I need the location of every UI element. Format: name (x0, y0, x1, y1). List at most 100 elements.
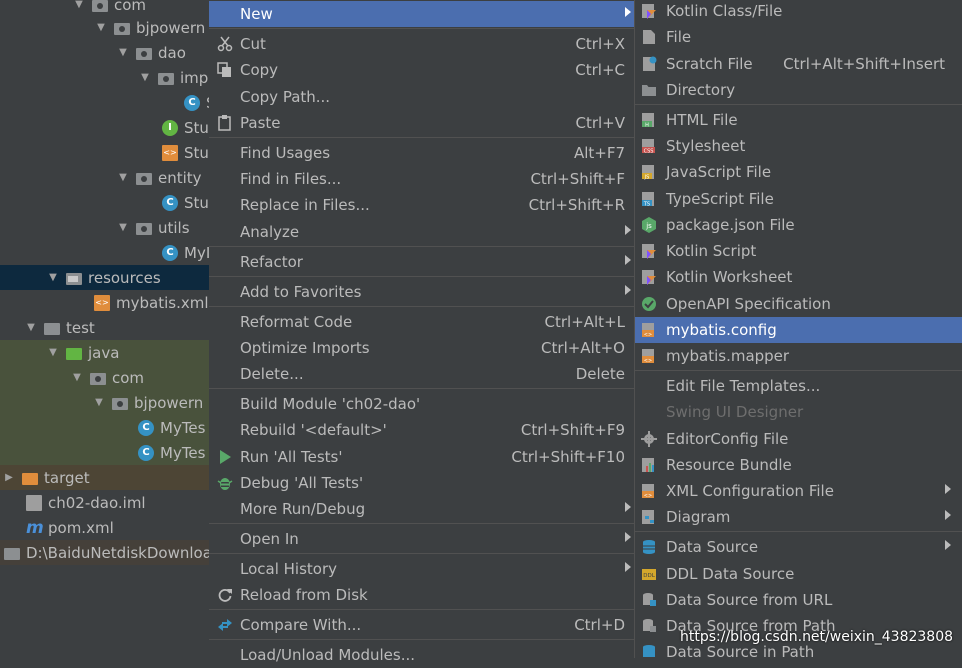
menu-item-debug-all-tests[interactable]: Debug 'All Tests' (209, 470, 635, 496)
database-path-icon (643, 619, 656, 632)
menu-item-load-unload-modules[interactable]: Load/Unload Modules... (209, 642, 635, 668)
css-file-icon: CSS (642, 139, 655, 154)
tree-item[interactable]: C MyI (0, 240, 210, 265)
tree-item[interactable]: <> mybatis.xml (0, 290, 210, 315)
menu-item-more-run-debug[interactable]: More Run/Debug (209, 496, 635, 522)
menu-item-delete[interactable]: Delete... Delete (209, 361, 635, 387)
package-icon (136, 222, 152, 235)
paste-icon (218, 115, 231, 131)
submenu-item-javascript-file[interactable]: JS JavaScript File (635, 159, 962, 185)
submenu-item-ddl-data-source[interactable]: DDL DDL Data Source (635, 561, 962, 587)
shortcut-label: Delete (575, 365, 625, 383)
submenu-item-openapi-specification[interactable]: OpenAPI Specification (635, 291, 962, 317)
submenu-item-kotlin-class-file[interactable]: Kotlin Class/File (635, 0, 962, 24)
chevron-right-icon[interactable]: ▶ (2, 472, 16, 483)
submenu-item-scratch-file[interactable]: Scratch File Ctrl+Alt+Shift+Insert (635, 51, 962, 77)
submenu-item-edit-file-templates[interactable]: Edit File Templates... (635, 373, 962, 399)
menu-item-reload-from-disk[interactable]: Reload from Disk (209, 582, 635, 608)
submenu-item-kotlin-worksheet[interactable]: Kotlin Worksheet (635, 264, 962, 290)
chevron-down-icon[interactable]: ▼ (116, 222, 130, 233)
submenu-item-mybatis-config[interactable]: <> mybatis.config (635, 317, 962, 343)
submenu-item-kotlin-script[interactable]: Kotlin Script (635, 238, 962, 264)
xml-file-icon: <> (94, 294, 110, 311)
tree-item[interactable]: ▼ dao (0, 40, 210, 65)
submenu-item-resource-bundle[interactable]: Resource Bundle (635, 452, 962, 478)
chevron-down-icon[interactable]: ▼ (116, 172, 130, 183)
tree-item[interactable]: m pom.xml (0, 515, 210, 540)
submenu-item-file[interactable]: File (635, 24, 962, 50)
tree-item[interactable]: ▼ utils (0, 215, 210, 240)
folder-icon (4, 547, 20, 560)
menu-item-paste[interactable]: Paste Ctrl+V (209, 110, 635, 136)
submenu-item-editorconfig-file[interactable]: EditorConfig File (635, 426, 962, 452)
tree-item[interactable]: ▼ bjpowern (0, 390, 210, 415)
chevron-down-icon[interactable]: ▼ (46, 272, 60, 283)
xml-file-icon: <> (642, 323, 654, 338)
menu-item-local-history[interactable]: Local History (209, 556, 635, 582)
menu-item-build-module[interactable]: Build Module 'ch02-dao' (209, 391, 635, 417)
submenu-item-html-file[interactable]: H HTML File (635, 107, 962, 133)
tree-item-label: resources (88, 268, 161, 287)
submenu-item-mybatis-mapper[interactable]: <> mybatis.mapper (635, 343, 962, 369)
menu-item-reformat-code[interactable]: Reformat Code Ctrl+Alt+L (209, 309, 635, 335)
tree-item[interactable]: ▼ imp (0, 65, 210, 90)
tree-item[interactable]: I Stu (0, 115, 210, 140)
tree-item-label: java (88, 343, 120, 362)
chevron-down-icon[interactable]: ▼ (24, 322, 38, 333)
tree-item-selected[interactable]: ▼ resources (0, 265, 210, 290)
tree-item[interactable]: C Stu (0, 190, 210, 215)
menu-item-replace-in-files[interactable]: Replace in Files... Ctrl+Shift+R (209, 192, 635, 218)
tree-item[interactable]: ▶ target (0, 465, 210, 490)
chevron-down-icon[interactable]: ▼ (46, 347, 60, 358)
menu-separator (209, 306, 635, 307)
menu-item-label: HTML File (666, 111, 738, 129)
menu-item-open-in[interactable]: Open In (209, 526, 635, 552)
tree-item[interactable]: ▼ com (0, 365, 210, 390)
submenu-item-data-source[interactable]: Data Source (635, 534, 962, 560)
submenu-item-diagram[interactable]: Diagram (635, 504, 962, 530)
menu-item-label: File (666, 28, 692, 46)
submenu-item-typescript-file[interactable]: TS TypeScript File (635, 186, 962, 212)
menu-item-new[interactable]: New (209, 1, 635, 27)
menu-item-rebuild[interactable]: Rebuild '<default>' Ctrl+Shift+F9 (209, 417, 635, 443)
chevron-down-icon[interactable]: ▼ (72, 0, 86, 10)
submenu-arrow-icon (945, 510, 951, 520)
ddl-icon: DDL (642, 569, 656, 580)
menu-item-run-all-tests[interactable]: Run 'All Tests' Ctrl+Shift+F10 (209, 444, 635, 470)
tree-item[interactable]: C MyTes (0, 415, 210, 440)
tree-item[interactable]: ▼ java (0, 340, 210, 365)
menu-item-analyze[interactable]: Analyze (209, 219, 635, 245)
submenu-item-stylesheet[interactable]: CSS Stylesheet (635, 133, 962, 159)
tree-item[interactable]: C MyTes (0, 440, 210, 465)
tree-item[interactable]: <> Stu (0, 140, 210, 165)
menu-item-copy[interactable]: Copy Ctrl+C (209, 57, 635, 83)
submenu-item-directory[interactable]: Directory (635, 77, 962, 103)
menu-item-optimize-imports[interactable]: Optimize Imports Ctrl+Alt+O (209, 335, 635, 361)
tree-item[interactable]: D:\BaiduNetdiskDownload (0, 540, 210, 565)
menu-item-find-usages[interactable]: Find Usages Alt+F7 (209, 140, 635, 166)
menu-item-copy-path[interactable]: Copy Path... (209, 84, 635, 110)
submenu-item-data-source-from-url[interactable]: Data Source from URL (635, 587, 962, 613)
menu-item-refactor[interactable]: Refactor (209, 249, 635, 275)
tree-item[interactable]: ▼ bjpowern (0, 15, 210, 40)
chevron-down-icon[interactable]: ▼ (94, 22, 108, 33)
submenu-item-package-json-file[interactable]: js package.json File (635, 212, 962, 238)
menu-item-label: Copy Path... (240, 88, 331, 106)
chevron-down-icon[interactable]: ▼ (92, 397, 106, 408)
menu-item-cut[interactable]: Cut Ctrl+X (209, 31, 635, 57)
tree-item[interactable]: ▼ entity (0, 165, 210, 190)
submenu-item-xml-configuration-file[interactable]: <> XML Configuration File (635, 478, 962, 504)
menu-separator (209, 388, 635, 389)
menu-item-compare-with[interactable]: Compare With... Ctrl+D (209, 612, 635, 638)
menu-item-add-to-favorites[interactable]: Add to Favorites (209, 279, 635, 305)
menu-item-label: Find Usages (240, 144, 331, 162)
chevron-down-icon[interactable]: ▼ (70, 372, 84, 383)
tree-item-label: entity (158, 168, 202, 187)
menu-item-find-in-files[interactable]: Find in Files... Ctrl+Shift+F (209, 166, 635, 192)
chevron-down-icon[interactable]: ▼ (138, 72, 152, 83)
tree-item[interactable]: ch02-dao.iml (0, 490, 210, 515)
chevron-down-icon[interactable]: ▼ (116, 47, 130, 58)
tree-item[interactable]: ▼ test (0, 315, 210, 340)
tree-item[interactable]: CS (0, 90, 210, 115)
test-class-icon: C (138, 419, 154, 436)
